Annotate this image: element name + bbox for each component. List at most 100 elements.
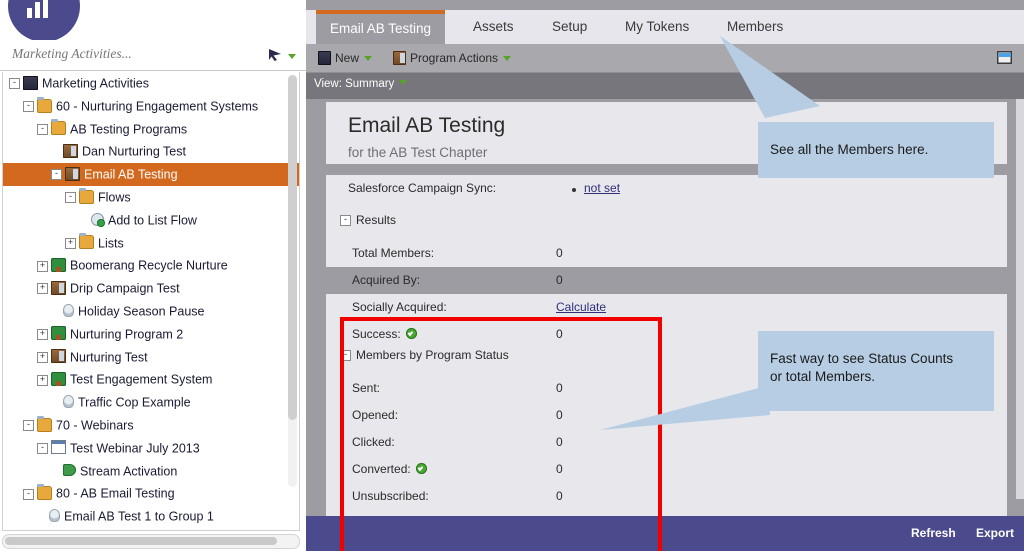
- folder-icon: [51, 121, 66, 135]
- toggle-spacer: [51, 467, 60, 476]
- tab-label: Email AB Testing: [330, 21, 431, 36]
- tree-item[interactable]: Email AB Test 1 to Group 1: [3, 505, 299, 528]
- expand-icon[interactable]: +: [37, 329, 48, 340]
- collapse-icon[interactable]: -: [65, 192, 76, 203]
- tree-item[interactable]: Traffic Cop Example: [3, 391, 299, 414]
- tree-item[interactable]: Dan Nurturing Test: [3, 140, 299, 163]
- status-row-value: 0: [556, 489, 563, 503]
- root-node-icon: [23, 76, 38, 90]
- toggle-spacer: [51, 148, 60, 157]
- new-label: New: [335, 51, 359, 65]
- salesforce-campaign-sync-row: Salesforce Campaign Sync: not set: [326, 175, 1007, 203]
- tree-item[interactable]: Holiday Season Pause: [3, 300, 299, 323]
- collapse-icon[interactable]: -: [23, 489, 34, 500]
- folder-icon: [79, 190, 94, 204]
- row-label-text: Acquired By:: [352, 273, 420, 287]
- results-row-value: 0: [556, 273, 563, 287]
- tab-email-ab-testing[interactable]: Email AB Testing: [316, 10, 445, 48]
- summary-row: Total Members:0: [326, 240, 1007, 267]
- new-caret-icon[interactable]: [364, 56, 372, 61]
- event-icon: [51, 440, 66, 454]
- tree-item[interactable]: Stream Activation: [3, 460, 299, 483]
- expand-icon[interactable]: +: [37, 261, 48, 272]
- collapse-icon[interactable]: -: [23, 420, 34, 431]
- program-actions-button[interactable]: Program Actions: [393, 49, 511, 67]
- tree-vertical-scrollbar[interactable]: [288, 75, 297, 487]
- row-label-text: Socially Acquired:: [352, 300, 447, 314]
- view-bar: View: Summary: [306, 73, 1024, 99]
- row-label-text: Unsubscribed:: [352, 489, 429, 503]
- view-caret-icon[interactable]: [399, 80, 407, 85]
- collapse-icon[interactable]: -: [37, 124, 48, 135]
- smart-campaign-icon: [49, 509, 60, 522]
- summary-row: Acquired By: 0: [326, 267, 1007, 294]
- status-row-value: 0: [556, 462, 563, 476]
- toggle-spacer: [79, 216, 88, 225]
- view-selector[interactable]: View: Summary: [314, 78, 407, 90]
- expand-icon[interactable]: +: [65, 238, 76, 249]
- results-row-label: Acquired By:: [352, 273, 420, 287]
- tree-item[interactable]: - 60 - Nurturing Engagement Systems: [3, 95, 299, 118]
- tree-item-label: Holiday Season Pause: [78, 304, 204, 318]
- export-button[interactable]: Export: [976, 526, 1014, 540]
- tab-label: My Tokens: [625, 19, 689, 34]
- tree-item-label: 60 - Nurturing Engagement Systems: [56, 99, 258, 113]
- tree-item[interactable]: -Marketing Activities: [3, 72, 299, 95]
- collapse-icon[interactable]: -: [51, 169, 62, 180]
- tree-item[interactable]: - Flows: [3, 186, 299, 209]
- program-actions-icon: [393, 51, 406, 65]
- section-collapse-icon[interactable]: -: [340, 350, 351, 361]
- status-row-label: Opened:: [352, 408, 398, 422]
- expand-icon[interactable]: +: [37, 283, 48, 294]
- tree-item[interactable]: -AB Testing Programs: [3, 118, 299, 141]
- expand-icon[interactable]: +: [37, 352, 48, 363]
- tree-item[interactable]: -80 - AB Email Testing: [3, 482, 299, 505]
- new-icon: [318, 51, 331, 65]
- expand-icon[interactable]: +: [37, 375, 48, 386]
- refresh-button[interactable]: Refresh: [911, 526, 956, 540]
- tree-item[interactable]: +Lists: [3, 232, 299, 255]
- tree-horizontal-scrollbar[interactable]: [2, 534, 300, 549]
- tree-item[interactable]: -Email AB Testing: [3, 163, 299, 186]
- search-icon[interactable]: [268, 48, 284, 62]
- search-dropdown-caret-icon[interactable]: [288, 54, 296, 59]
- callout-status-counts: Fast way to see Status Counts or total M…: [758, 331, 994, 411]
- new-button[interactable]: New: [318, 49, 372, 67]
- tree-item[interactable]: Add to List Flow: [3, 209, 299, 232]
- program-actions-caret-icon[interactable]: [503, 56, 511, 61]
- collapse-icon[interactable]: -: [37, 443, 48, 454]
- collapse-icon[interactable]: -: [23, 101, 34, 112]
- tree-item[interactable]: +Drip Campaign Test: [3, 277, 299, 300]
- results-row-value: 0: [556, 246, 563, 260]
- program-icon: [51, 281, 66, 295]
- tab-my-tokens[interactable]: My Tokens: [611, 10, 703, 44]
- tree-item[interactable]: + Nurturing Program 2: [3, 323, 299, 346]
- tab-setup[interactable]: Setup: [538, 10, 601, 44]
- app-window: -Marketing Activities-60 - Nurturing Eng…: [0, 0, 1024, 551]
- main-vertical-scrollbar[interactable]: [1016, 99, 1024, 499]
- window-panel-icon[interactable]: [997, 51, 1012, 64]
- section-collapse-icon[interactable]: -: [340, 215, 351, 226]
- row-label-text: Success:: [352, 327, 401, 341]
- results-row-value[interactable]: Calculate: [556, 300, 606, 314]
- tree-item-label: Nurturing Program 2: [70, 327, 183, 341]
- flow-icon: [91, 213, 104, 226]
- tab-label: Members: [727, 19, 783, 34]
- search-input[interactable]: [10, 45, 264, 63]
- tab-assets[interactable]: Assets: [459, 10, 528, 44]
- tree-item[interactable]: +Nurturing Test: [3, 346, 299, 369]
- main-content-panel: Email AB Testing Assets Setup My Tokens Memb…: [306, 0, 1024, 551]
- tree-item-label: Boomerang Recycle Nurture: [70, 259, 228, 273]
- results-section-header: -Results: [340, 213, 396, 227]
- tree-item[interactable]: + Boomerang Recycle Nurture: [3, 254, 299, 277]
- collapse-icon[interactable]: -: [9, 78, 20, 89]
- salesforce-sync-value[interactable]: not set: [584, 181, 620, 195]
- tree-item[interactable]: -70 - Webinars: [3, 414, 299, 437]
- status-row-value: 0: [556, 435, 563, 449]
- tree-item[interactable]: -Test Webinar July 2013: [3, 437, 299, 460]
- tree-item-label: Test Engagement System: [70, 373, 212, 387]
- folder-icon: [37, 99, 52, 113]
- tree-item[interactable]: + Test Engagement System: [3, 368, 299, 391]
- tree-item-label: Flows: [98, 190, 131, 204]
- page-title: Email AB Testing: [348, 114, 505, 138]
